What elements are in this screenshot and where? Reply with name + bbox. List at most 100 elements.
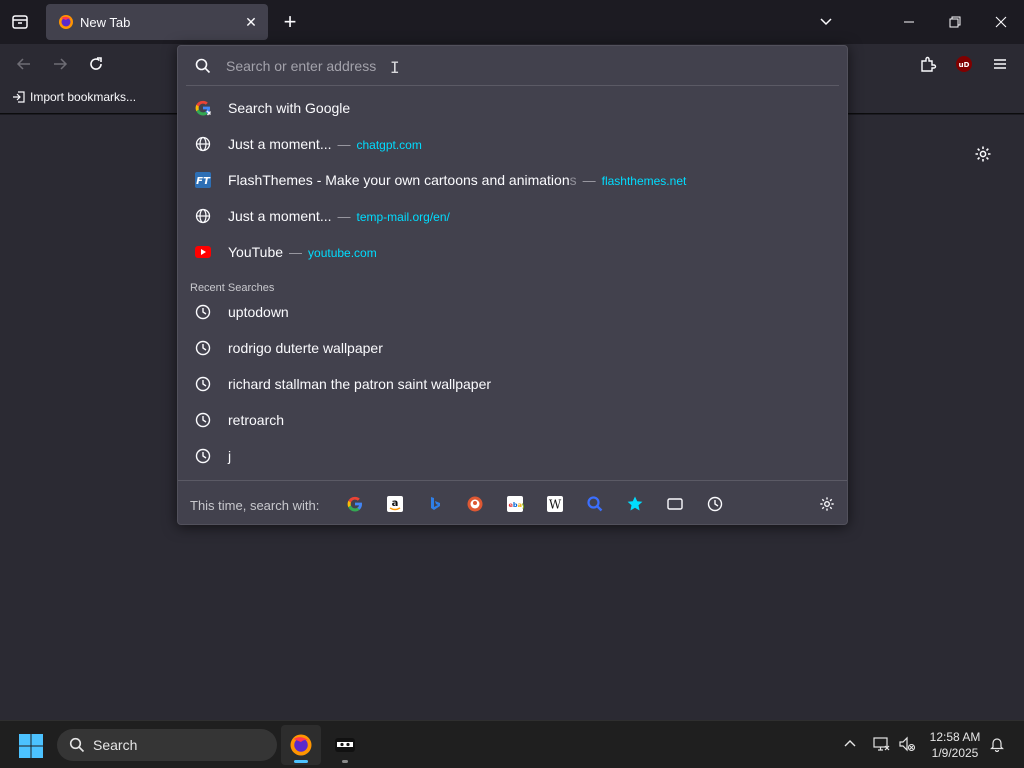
- search-icon: [587, 496, 603, 512]
- tab-title: New Tab: [80, 14, 131, 30]
- firefox-icon: [290, 734, 312, 756]
- recent-search-item[interactable]: retroarch: [184, 403, 842, 437]
- recent-search-text: richard stallman the patron saint wallpa…: [228, 376, 492, 392]
- clock-date: 1/9/2025: [931, 746, 979, 760]
- network-button[interactable]: [870, 733, 892, 755]
- search-settings-button[interactable]: [816, 493, 838, 515]
- restore-icon: [949, 16, 961, 28]
- result-title: Search with Google: [228, 100, 351, 116]
- result-chatgpt[interactable]: Just a moment... — chatgpt.com: [184, 127, 842, 161]
- result-search-google[interactable]: Search with Google: [184, 91, 842, 125]
- taskbar-firefox[interactable]: [281, 725, 321, 765]
- minimize-button[interactable]: [886, 0, 932, 44]
- speaker-muted-icon: [899, 736, 916, 752]
- network-icon: [873, 737, 890, 751]
- oneoff-tabs-button[interactable]: [664, 493, 686, 515]
- one-off-search-bar: This time, search with: a ebay W: [178, 480, 847, 526]
- volume-button[interactable]: [896, 733, 918, 755]
- taskbar-search-label: Search: [93, 737, 138, 753]
- newtab-settings-button[interactable]: [972, 143, 994, 165]
- result-temp-mail[interactable]: Just a moment... — temp-mail.org/en/: [184, 199, 842, 233]
- oneoff-search-button[interactable]: [584, 493, 606, 515]
- oneoff-ebay-button[interactable]: ebay: [504, 493, 526, 515]
- back-button[interactable]: [10, 50, 38, 78]
- amazon-icon: a: [387, 496, 403, 512]
- windows-logo-icon: [19, 734, 43, 758]
- result-title: FlashThemes - Make your own cartoons and…: [228, 172, 687, 188]
- urlbar-input[interactable]: [226, 55, 786, 77]
- firefox-icon: [59, 15, 73, 29]
- wikipedia-icon: W: [547, 496, 563, 512]
- globe-icon: [194, 135, 212, 153]
- gear-icon: [975, 146, 991, 162]
- flashthemes-icon: FT: [194, 171, 212, 189]
- recent-search-item[interactable]: uptodown: [184, 295, 842, 329]
- taskbar-app-2[interactable]: [325, 725, 365, 765]
- history-icon: [707, 496, 723, 512]
- svg-text:W: W: [549, 498, 562, 512]
- tab-new-tab[interactable]: New Tab ✕: [46, 4, 268, 40]
- recent-search-item[interactable]: rodrigo duterte wallpaper: [184, 331, 842, 365]
- bing-icon: [431, 497, 440, 510]
- notifications-button[interactable]: [986, 733, 1008, 755]
- ebay-icon: ebay: [507, 496, 525, 512]
- recent-search-item[interactable]: richard stallman the patron saint wallpa…: [184, 367, 842, 401]
- bookmarks-star-icon: [627, 496, 643, 511]
- svg-text:ebay: ebay: [509, 501, 525, 509]
- taskbar-search-box[interactable]: Search: [57, 729, 277, 761]
- import-icon: [13, 91, 25, 103]
- close-icon: [995, 16, 1007, 28]
- result-url: chatgpt.com: [356, 138, 422, 152]
- reload-button[interactable]: [82, 50, 110, 78]
- history-icon: [194, 375, 212, 393]
- minimize-icon: [904, 21, 914, 23]
- recent-search-text: j: [228, 448, 232, 464]
- oneoff-google-button[interactable]: [344, 493, 366, 515]
- oneoff-wikipedia-button[interactable]: W: [544, 493, 566, 515]
- system-clock[interactable]: 12:58 AM 1/9/2025: [920, 729, 990, 761]
- taskbar: Search 12:58 AM 1/9/2025: [0, 720, 1024, 768]
- svg-text:a: a: [392, 498, 399, 509]
- svg-text:FT: FT: [196, 176, 211, 187]
- oneoff-amazon-button[interactable]: a: [384, 493, 406, 515]
- restore-button[interactable]: [932, 0, 978, 44]
- arrow-left-icon: [16, 58, 30, 70]
- oneoff-history-button[interactable]: [704, 493, 726, 515]
- start-button[interactable]: [18, 733, 44, 759]
- oneoff-duckduckgo-button[interactable]: [464, 493, 486, 515]
- firefox-view-button[interactable]: [6, 8, 34, 36]
- result-url: youtube.com: [308, 246, 377, 260]
- oneoff-bookmarks-button[interactable]: [624, 493, 646, 515]
- recent-search-text: rodrigo duterte wallpaper: [228, 340, 383, 356]
- result-url: temp-mail.org/en/: [356, 210, 450, 224]
- running-indicator: [294, 760, 308, 763]
- text-cursor-icon: I: [390, 58, 400, 77]
- close-tab-icon[interactable]: ✕: [242, 13, 260, 31]
- google-icon: [347, 496, 362, 512]
- ublock-origin-button[interactable]: uD: [950, 50, 978, 78]
- list-all-tabs-button[interactable]: [814, 10, 838, 34]
- extensions-button[interactable]: [914, 50, 942, 78]
- recent-search-text: retroarch: [228, 412, 285, 428]
- search-icon: [69, 737, 85, 753]
- reload-icon: [90, 57, 102, 70]
- result-flashthemes[interactable]: FT FlashThemes - Make your own cartoons …: [184, 163, 842, 197]
- oneoff-bing-button[interactable]: [424, 493, 446, 515]
- ublock-origin-icon: uD: [956, 56, 972, 72]
- gear-icon: [820, 497, 834, 511]
- result-youtube[interactable]: YouTube — youtube.com: [184, 235, 842, 269]
- close-window-button[interactable]: [978, 0, 1024, 44]
- import-bookmarks-label: Import bookmarks...: [30, 90, 137, 104]
- tab-strip: New Tab ✕ +: [0, 0, 1024, 44]
- forward-button[interactable]: [46, 50, 74, 78]
- result-title: YouTube — youtube.com: [228, 244, 377, 260]
- import-bookmarks-button[interactable]: Import bookmarks...: [12, 90, 136, 104]
- recent-search-text: uptodown: [228, 304, 289, 320]
- recent-search-item[interactable]: j: [184, 439, 842, 473]
- app-menu-button[interactable]: [986, 50, 1014, 78]
- youtube-icon: [194, 243, 212, 261]
- new-tab-button[interactable]: +: [278, 9, 302, 35]
- history-icon: [194, 303, 212, 321]
- chevron-up-icon: [844, 740, 856, 747]
- show-hidden-icons-button[interactable]: [839, 733, 861, 755]
